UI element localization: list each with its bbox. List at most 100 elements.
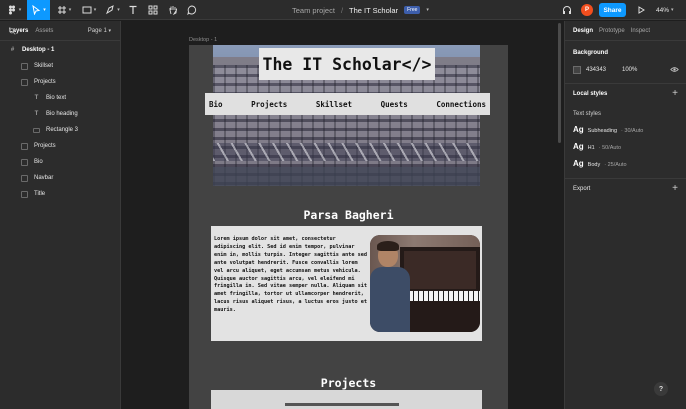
zoom-control[interactable]: 44% ▾ [656, 0, 674, 20]
move-tool-button[interactable]: ▾ [27, 0, 50, 20]
breadcrumb-team[interactable]: Team project [292, 6, 335, 15]
profile-photo[interactable] [370, 235, 480, 332]
layer-label: Desktop - 1 [22, 47, 55, 53]
projects-card[interactable] [211, 390, 482, 409]
pen-tool-button[interactable]: ▾ [102, 0, 123, 20]
left-panel-tabs: Layers Assets Page 1 ▾ [0, 21, 120, 41]
visibility-eye-icon[interactable] [670, 66, 679, 73]
pen-tool-icon [106, 5, 114, 15]
layer-item[interactable]: Title [21, 187, 45, 201]
file-name[interactable]: The IT Scholar [349, 6, 398, 15]
layer-label: Navbar [34, 175, 54, 181]
nav-item-skillset[interactable]: Skillset [316, 100, 352, 109]
frame-icon: # [10, 47, 15, 53]
text-tool-button[interactable] [125, 0, 140, 20]
layer-item[interactable]: # Desktop - 1 [9, 43, 55, 57]
help-button[interactable]: ? [654, 382, 668, 396]
text-styles-heading: Text styles [573, 111, 602, 117]
resources-button[interactable] [145, 0, 160, 20]
move-tool-icon [32, 5, 41, 15]
nav-item-quests[interactable]: Quests [381, 100, 408, 109]
photo-person-hair [377, 241, 399, 251]
desktop-frame[interactable]: The IT Scholar</> Bio Projects Skillset … [189, 45, 508, 409]
layer-item[interactable]: Navbar [21, 171, 53, 185]
frame-icon [21, 62, 28, 70]
site-title[interactable]: The IT Scholar</> [259, 48, 435, 80]
layer-item[interactable]: Projects [21, 75, 56, 89]
background-hex-input[interactable]: 434343 [586, 67, 606, 73]
canvas-scrollbar[interactable] [558, 23, 561, 143]
nav-item-projects[interactable]: Projects [251, 100, 287, 109]
text-style-item[interactable]: Ag H1 · 50/Auto [573, 142, 621, 151]
layer-item[interactable]: Skillset [21, 59, 53, 73]
layer-label: Rectangle 3 [46, 127, 79, 133]
projects-heading[interactable]: Projects [189, 376, 508, 390]
layer-label: Projects [34, 143, 56, 149]
add-export-plus-icon[interactable]: + [672, 184, 678, 194]
layers-panel: Layers Assets Page 1 ▾ # Desktop - 1 Skil… [0, 21, 121, 409]
layer-item[interactable]: Bio [21, 155, 43, 169]
hand-tool-button[interactable] [165, 0, 180, 20]
bio-heading[interactable]: Parsa Bagheri [189, 208, 508, 222]
text-style-meta: · 30/Auto [621, 128, 644, 134]
layer-item[interactable]: T Bio heading [33, 107, 78, 121]
present-button[interactable] [634, 0, 648, 20]
tab-design[interactable]: Design [573, 28, 593, 34]
tab-inspect[interactable]: Inspect [631, 28, 650, 34]
nav-item-bio[interactable]: Bio [209, 100, 223, 109]
text-icon: T [34, 111, 39, 117]
add-style-plus-icon[interactable]: + [672, 89, 678, 99]
breadcrumb: Team project / The IT Scholar Free ▾ [292, 0, 429, 20]
breadcrumb-separator: / [340, 5, 344, 15]
building-walkway [213, 143, 480, 161]
layer-item[interactable]: Projects [21, 139, 56, 153]
text-style-meta: · 25/Auto [604, 162, 627, 168]
nav-item-connections[interactable]: Connections [436, 100, 486, 109]
navbar[interactable]: Bio Projects Skillset Quests Connections [205, 93, 490, 115]
layer-label: Bio heading [46, 111, 78, 117]
frame-label[interactable]: Desktop - 1 [189, 37, 217, 43]
tab-assets[interactable]: Assets [35, 28, 53, 34]
text-style-meta: · 50/Auto [598, 145, 622, 151]
shape-tool-button[interactable]: ▾ [78, 0, 100, 20]
divider [565, 83, 686, 84]
divider [565, 178, 686, 179]
shape-tool-icon [82, 6, 92, 14]
layer-label: Skillset [34, 63, 54, 69]
zoom-level: 44% [656, 6, 670, 14]
page-selector[interactable]: Page 1 ▾ [88, 28, 111, 34]
avatar[interactable]: P [581, 4, 593, 16]
comment-tool-button[interactable] [184, 0, 199, 20]
comment-icon [186, 5, 196, 15]
plan-badge: Free [404, 6, 421, 14]
share-button[interactable]: Share [599, 3, 626, 17]
present-icon [638, 6, 645, 14]
hand-tool-icon [169, 6, 177, 15]
photo-person-body [370, 267, 410, 332]
bio-text[interactable]: Lorem ipsum dolor sit amet, consectetur … [214, 236, 369, 315]
text-icon: T [34, 95, 39, 101]
tab-prototype[interactable]: Prototype [599, 28, 625, 34]
local-styles-heading: Local styles [573, 91, 608, 97]
text-style-item[interactable]: Ag Body · 25/Auto [573, 159, 627, 168]
resources-icon [148, 5, 157, 15]
background-color-swatch[interactable] [573, 66, 581, 74]
building-ground [213, 167, 480, 186]
bio-card[interactable]: Lorem ipsum dolor sit amet, consectetur … [211, 226, 482, 341]
layer-item[interactable]: T Bio text [33, 91, 66, 105]
layer-item[interactable]: Rectangle 3 [33, 123, 78, 137]
frame-tool-icon [57, 6, 66, 14]
file-menu-chevron-icon[interactable]: ▾ [426, 7, 429, 13]
page-name: Page 1 [87, 27, 107, 34]
text-style-preview: Ag [573, 159, 584, 168]
frame-tool-button[interactable]: ▾ [54, 0, 74, 20]
rectangle-icon [33, 127, 40, 133]
background-opacity-input[interactable]: 100% [622, 67, 637, 73]
frame-icon [21, 158, 28, 166]
search-icon[interactable] [9, 28, 16, 35]
layer-label: Bio [34, 159, 43, 165]
frame-icon [21, 142, 28, 150]
audio-button[interactable] [560, 0, 574, 20]
figma-menu-button[interactable]: ▾ [3, 0, 25, 20]
text-style-item[interactable]: Ag Subheading · 30/Auto [573, 125, 643, 134]
